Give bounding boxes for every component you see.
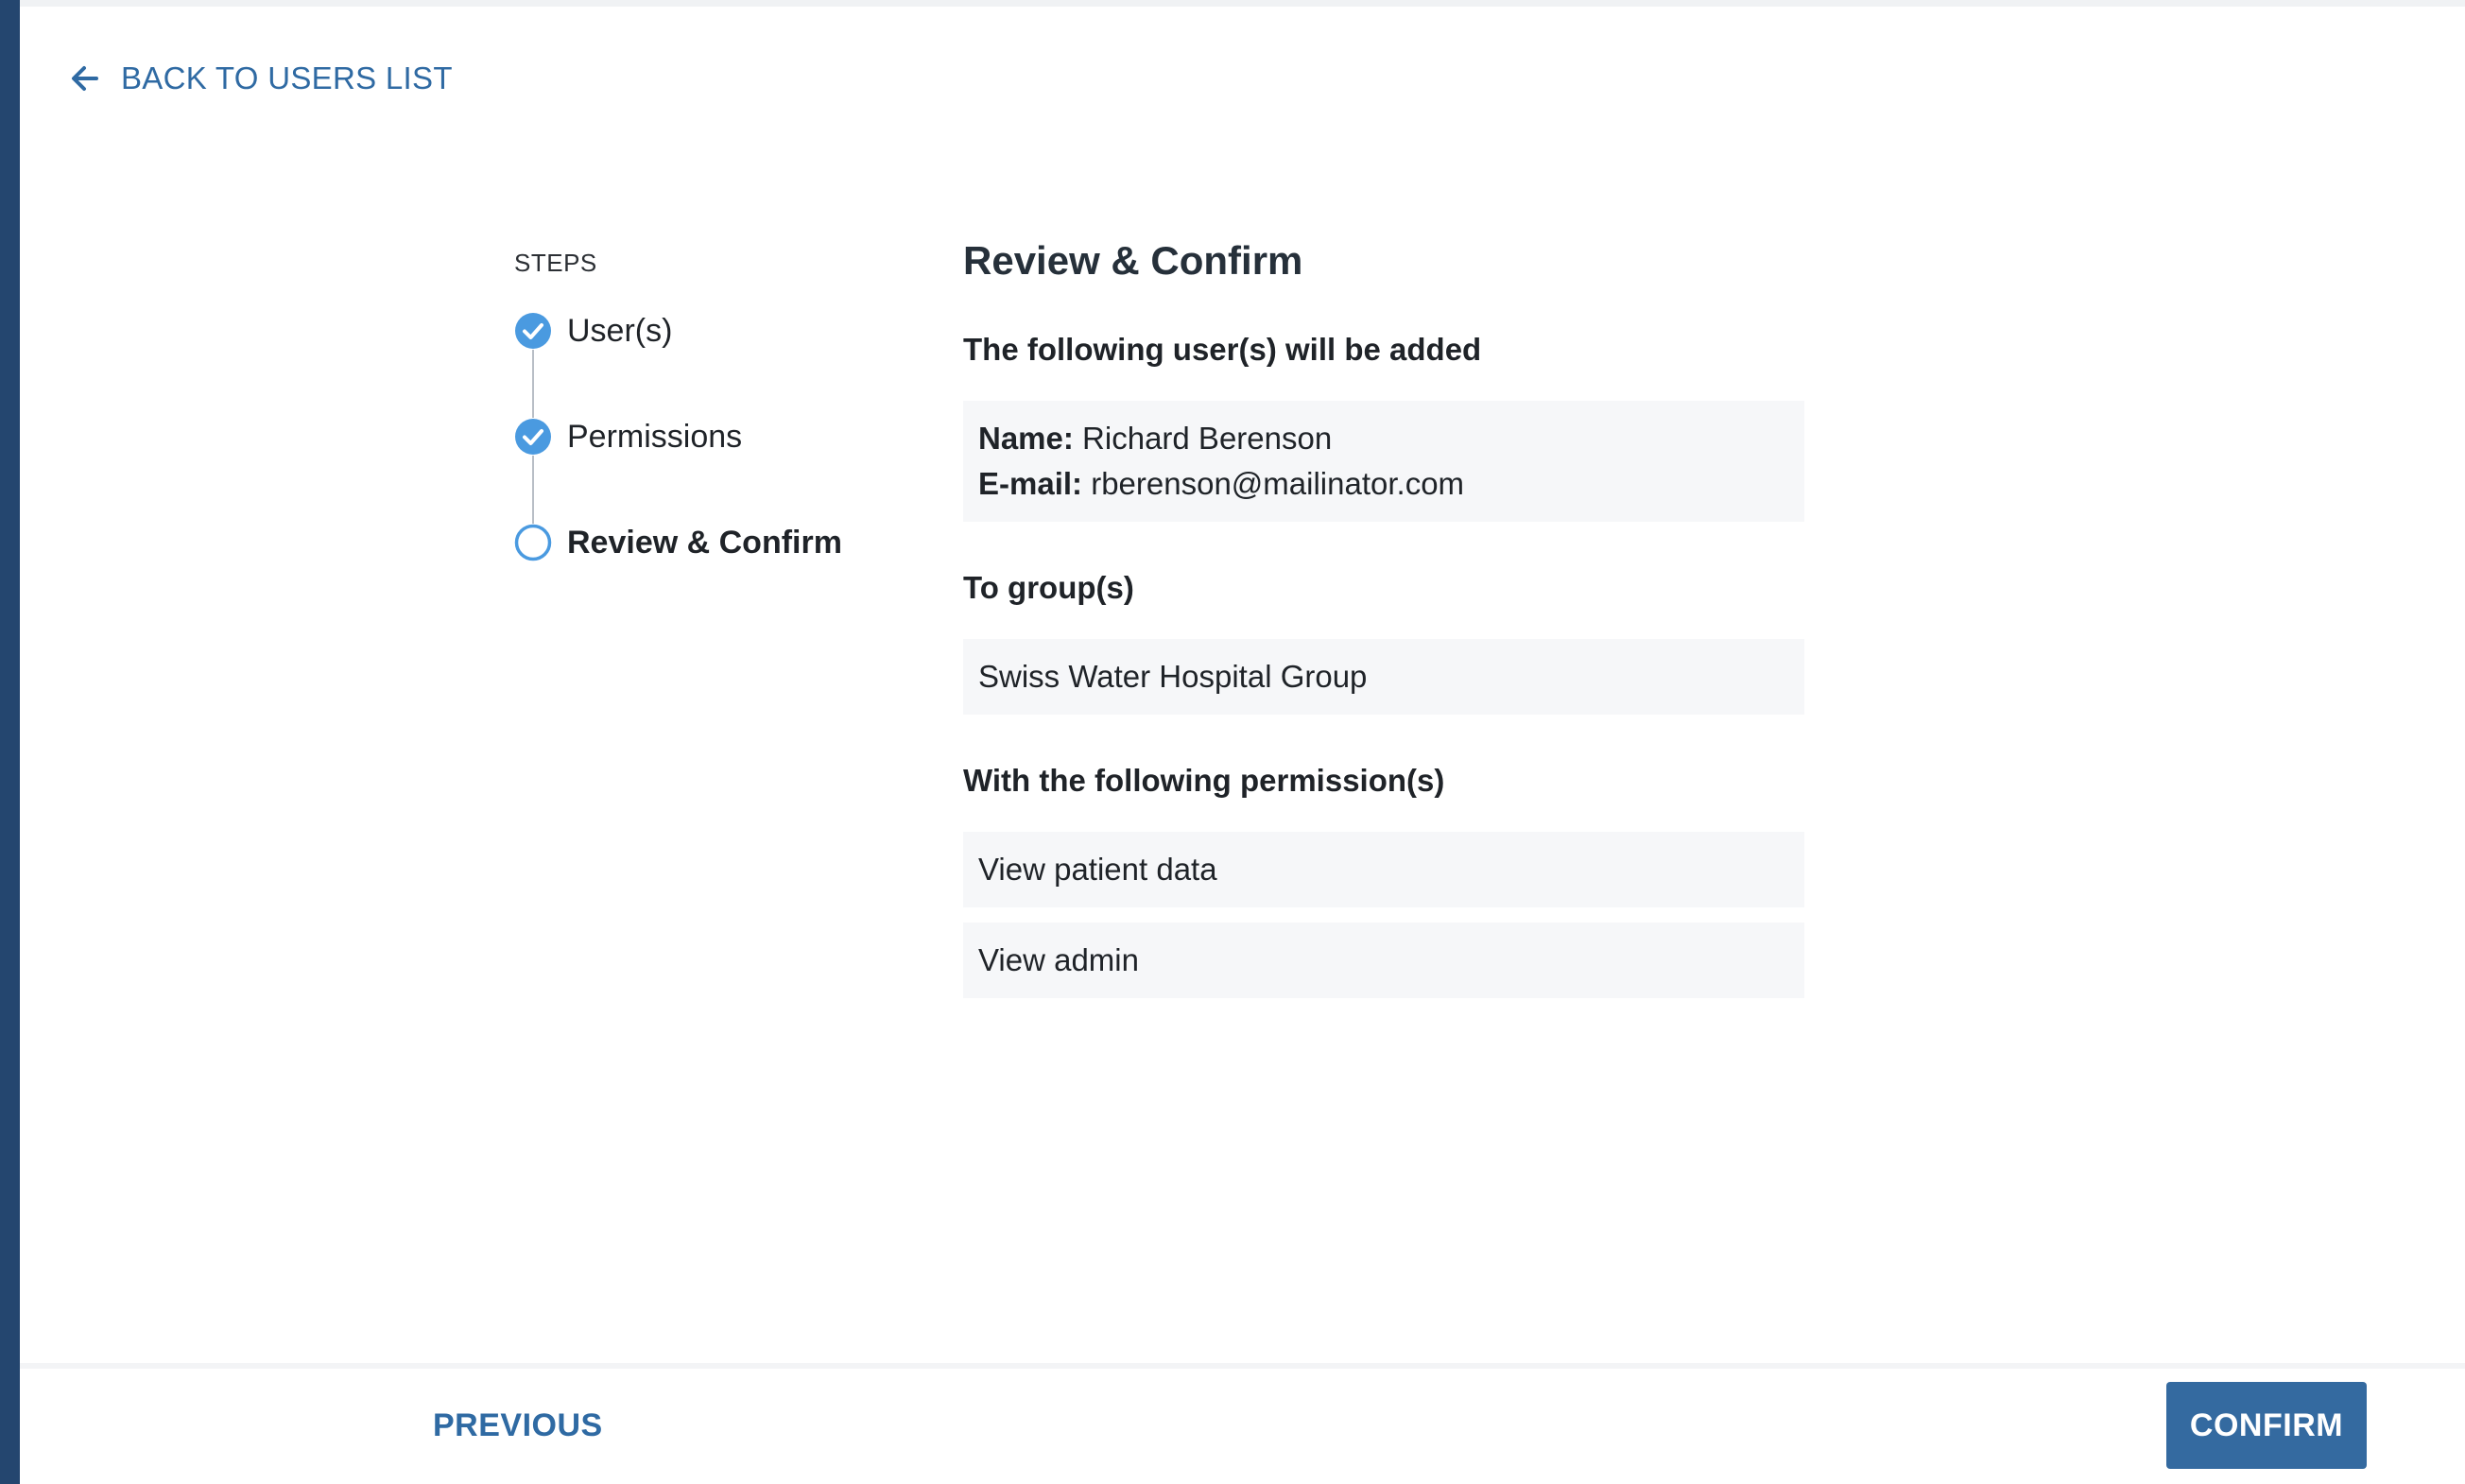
app-root: BACK TO USERS LIST STEPS User(s) Permiss… xyxy=(0,0,2465,1484)
name-value: Richard Berenson xyxy=(1082,421,1333,456)
arrow-left-icon xyxy=(72,66,98,91)
check-circle-icon xyxy=(515,313,551,349)
step-permissions[interactable]: Permissions xyxy=(514,401,873,524)
step-review-confirm[interactable]: Review & Confirm xyxy=(514,507,873,613)
permission-item: View admin xyxy=(963,923,1804,998)
step-label-permissions: Permissions xyxy=(567,419,743,455)
back-to-users-link[interactable]: BACK TO USERS LIST xyxy=(66,55,453,102)
groups-heading: To group(s) xyxy=(963,570,1134,605)
back-link-label: BACK TO USERS LIST xyxy=(121,60,453,95)
left-rail xyxy=(0,0,20,1484)
previous-button[interactable]: PREVIOUS xyxy=(416,1397,620,1454)
user-summary-card: Name: Richard Berenson E-mail: rberenson… xyxy=(963,401,1804,522)
user-email-row: E-mail: rberenson@mailinator.com xyxy=(978,461,1789,507)
step-users[interactable]: User(s) xyxy=(514,295,873,418)
permissions-heading: With the following permission(s) xyxy=(963,763,1445,798)
user-name-row: Name: Richard Berenson xyxy=(978,416,1789,461)
steps-title: STEPS xyxy=(514,249,597,277)
group-item: Swiss Water Hospital Group xyxy=(963,639,1804,715)
review-panel: Review & Confirm The following user(s) w… xyxy=(963,234,1804,998)
users-heading: The following user(s) will be added xyxy=(963,332,1482,367)
email-label: E-mail: xyxy=(978,466,1083,501)
stepper: STEPS User(s) Permissions Review & Confi… xyxy=(514,244,873,613)
step-marker xyxy=(514,524,552,561)
email-value: rberenson@mailinator.com xyxy=(1091,466,1465,501)
confirm-button[interactable]: CONFIRM xyxy=(2166,1382,2367,1469)
step-label-review: Review & Confirm xyxy=(567,525,842,561)
page-title: Review & Confirm xyxy=(963,238,1303,283)
check-circle-icon xyxy=(515,419,551,455)
name-label: Name: xyxy=(978,421,1074,456)
step-marker xyxy=(514,312,552,418)
step-marker xyxy=(514,418,552,524)
top-divider xyxy=(20,0,2465,7)
footer-divider xyxy=(20,1363,2465,1369)
permission-item: View patient data xyxy=(963,832,1804,907)
step-label-users: User(s) xyxy=(567,313,673,349)
circle-outline-icon xyxy=(514,524,552,561)
